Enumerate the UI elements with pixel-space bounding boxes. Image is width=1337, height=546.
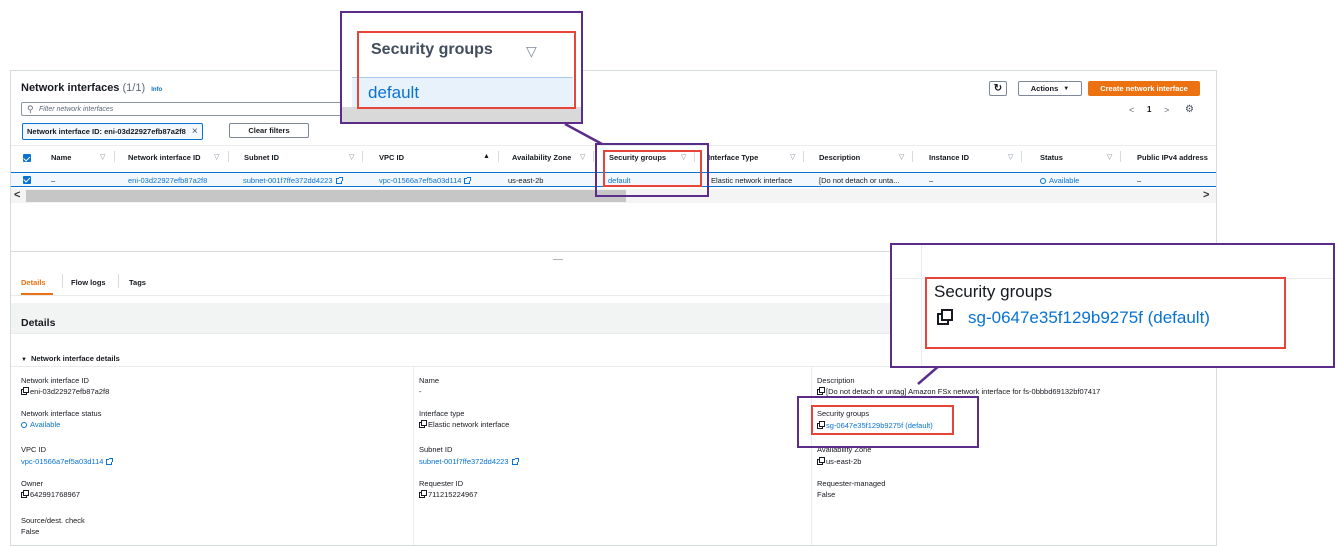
copy-icon bbox=[937, 309, 953, 325]
zoom-column-header: Security groups bbox=[371, 41, 493, 58]
table-highlight-box bbox=[603, 150, 702, 187]
zoom-callout-top: Security groups ▽ default bbox=[340, 11, 583, 124]
zoom-security-group-value: sg-0647e35f129b9275f (default) bbox=[968, 308, 1210, 327]
zoom-details-label: Security groups bbox=[934, 282, 1053, 301]
zoom-callout-right: Security groups sg-0647e35f129b9275f (de… bbox=[890, 243, 1335, 368]
column-divider bbox=[921, 245, 922, 366]
sort-icon: ▽ bbox=[526, 43, 537, 59]
zoom-security-group-link: default bbox=[368, 83, 420, 102]
zoom-scrollbar bbox=[342, 107, 581, 122]
details-highlight-box bbox=[811, 405, 954, 435]
